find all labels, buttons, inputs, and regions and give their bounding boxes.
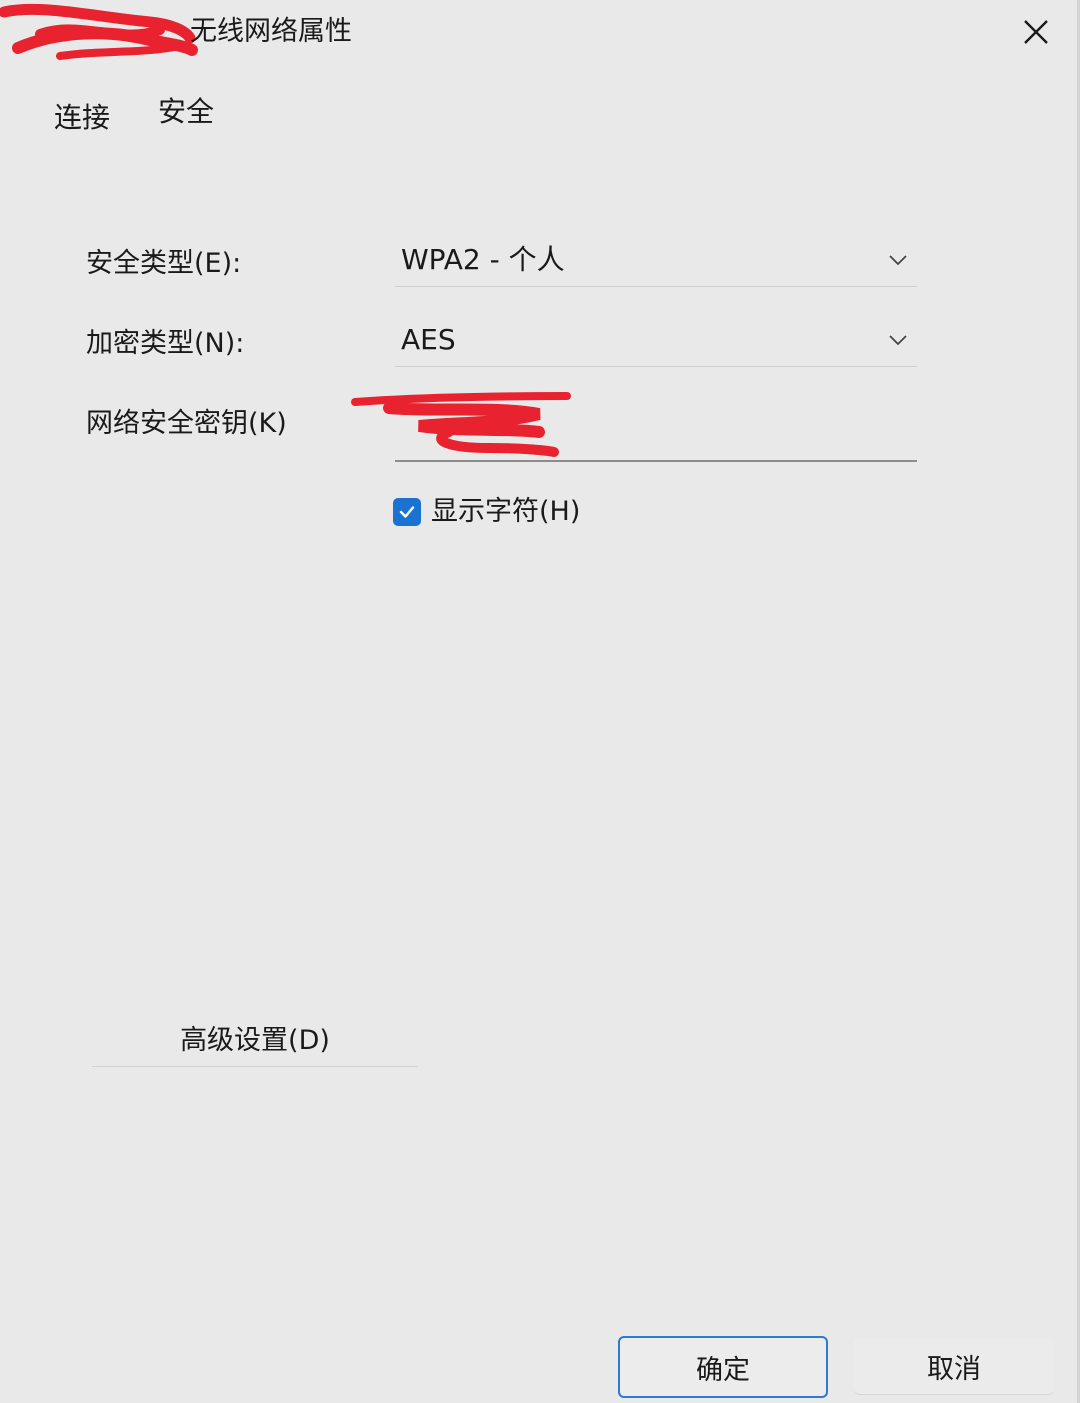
cancel-button[interactable]: 取消: [854, 1338, 1054, 1395]
chevron-down-icon: [889, 335, 907, 346]
checkbox-checked[interactable]: [393, 498, 421, 526]
network-key-input[interactable]: [351, 392, 917, 462]
close-button[interactable]: [1010, 8, 1062, 56]
encryption-type-value: AES: [401, 323, 456, 356]
redaction-scribble: [351, 392, 571, 457]
advanced-settings-button[interactable]: 高级设置(D): [92, 1008, 418, 1067]
security-type-select[interactable]: WPA2 - 个人: [395, 236, 917, 287]
show-characters-checkbox[interactable]: 显示字符(H): [393, 494, 580, 530]
wireless-properties-dialog: 无线网络属性 连接 安全 安全类型(E): WPA2 - 个人 加密类型(N):…: [0, 0, 1080, 1403]
redaction-scribble: [0, 3, 198, 60]
tab-security[interactable]: 安全: [158, 92, 214, 132]
close-icon: [1024, 20, 1048, 44]
encryption-type-select[interactable]: AES: [395, 316, 917, 367]
checkmark-icon: [399, 506, 415, 518]
chevron-down-icon: [889, 255, 907, 266]
ok-button[interactable]: 确定: [618, 1336, 828, 1398]
window-title: 无线网络属性: [190, 16, 352, 47]
security-type-value: WPA2 - 个人: [401, 243, 565, 276]
show-characters-label: 显示字符(H): [431, 496, 581, 527]
title-bar: 无线网络属性: [0, 0, 1080, 70]
security-type-label: 安全类型(E):: [86, 248, 242, 279]
tab-connection[interactable]: 连接: [54, 98, 110, 138]
tab-bar: 连接 安全: [0, 90, 1080, 142]
network-key-label: 网络安全密钥(K): [86, 408, 287, 439]
encryption-type-label: 加密类型(N):: [86, 328, 245, 359]
